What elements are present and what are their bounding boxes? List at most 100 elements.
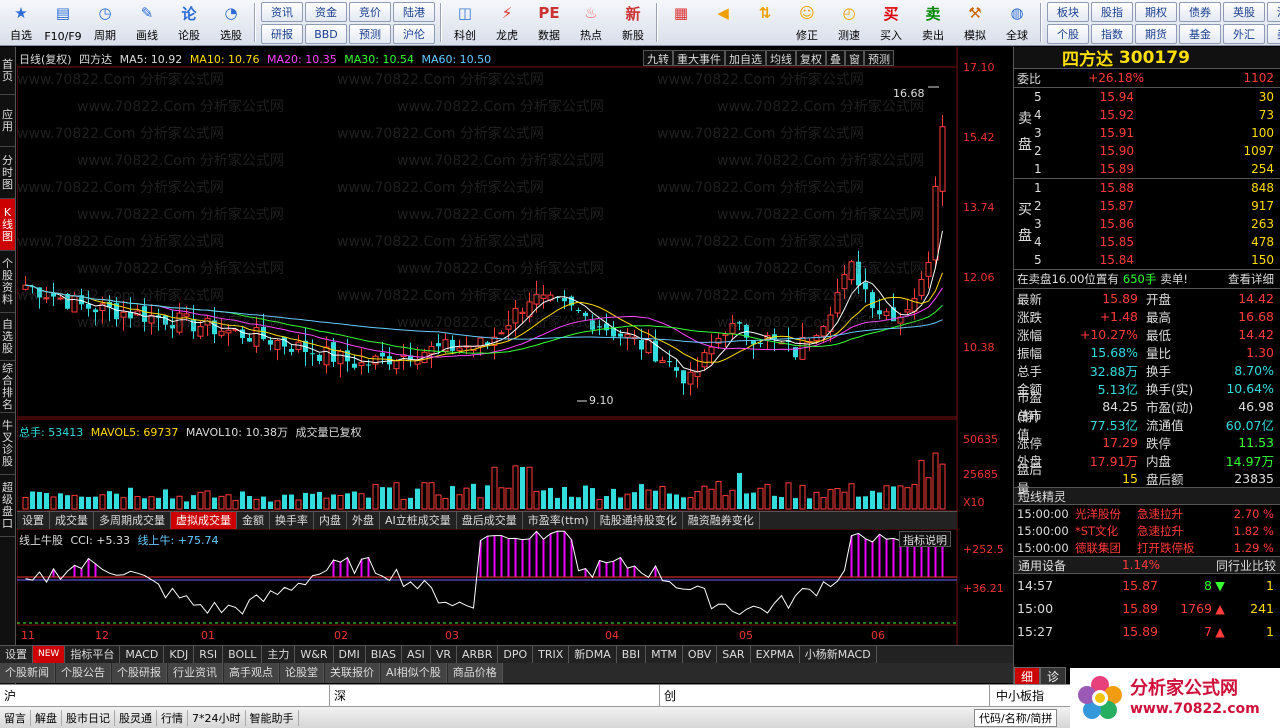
toolbar-market-button[interactable]: 板块 [1047, 2, 1089, 22]
left-tab[interactable]: K线图 [0, 199, 15, 251]
toolbar.buttons1-选股-button[interactable]: ◔ 选股 [210, 0, 252, 45]
jingling-item[interactable]: 15:00:00 光洋股份 急速拉升 2.70 % [1014, 505, 1280, 522]
status-bar-item[interactable]: 留言 [0, 709, 31, 726]
indicator-tab[interactable]: DMI [334, 646, 366, 663]
toolbar.buttons2-热点-button[interactable]: ♨ 热点 [570, 0, 612, 45]
news-tab[interactable]: 论股堂 [280, 663, 324, 683]
chart-tool-button[interactable]: 窗 [845, 50, 864, 66]
left-tab[interactable]: 综合排名 [0, 361, 15, 413]
toolbar.buttons3-卖出-button[interactable]: 卖卖出 [912, 0, 954, 45]
index-small[interactable]: 中小板指 [990, 687, 1044, 704]
news-tab[interactable]: 商品价格 [447, 663, 503, 683]
status-bar-item[interactable]: 解盘 [31, 709, 62, 726]
volume-tab[interactable]: 设置 [17, 512, 50, 529]
toolbar.buttons2-龙虎-button[interactable]: ⚡ 龙虎 [486, 0, 528, 45]
status-bar-item[interactable]: 行情 [157, 709, 188, 726]
indicator-tab[interactable]: VR [431, 646, 457, 663]
toolbar.buttons3-updown-arrows-icon-button[interactable]: ⇅ [744, 0, 786, 45]
toolbar-market-button[interactable]: 英股 [1223, 2, 1265, 22]
indicator-tab[interactable]: ARBR [457, 646, 499, 663]
chart-tool-button[interactable]: 九转 [643, 50, 673, 66]
toolbar-grid-button[interactable]: 资金 [305, 2, 347, 22]
toolbar-market-button[interactable]: 个股 [1047, 24, 1089, 44]
industry-name[interactable]: 通用设备 [1018, 557, 1066, 574]
indicator-tab[interactable]: 小杨新MACD [800, 646, 877, 663]
chart-tool-button[interactable]: 重大事件 [673, 50, 725, 66]
order-book-row[interactable]: 3 15.91 100 [1014, 124, 1280, 142]
volume-tab[interactable]: 金额 [237, 512, 270, 529]
toolbar.buttons3-修正-button[interactable]: ☺ 修正 [786, 0, 828, 45]
indicator-tab[interactable]: BIAS [366, 646, 403, 663]
volume-tab[interactable]: 融资融券变化 [683, 512, 760, 529]
tick-tab[interactable]: 细 [1014, 667, 1041, 685]
order-book-row[interactable]: 3 15.86 263 [1014, 215, 1280, 233]
order-book-row[interactable]: 1 15.88 848 [1014, 179, 1280, 197]
volume-tab[interactable]: 成交量 [50, 512, 94, 529]
volume-tab[interactable]: 换手率 [270, 512, 314, 529]
indicator-tab[interactable]: BBI [617, 646, 647, 663]
news-tab[interactable]: 高手观点 [224, 663, 279, 683]
toolbar.buttons1-画线-button[interactable]: ✎ 画线 [126, 0, 168, 45]
news-tab[interactable]: 关联报价 [325, 663, 380, 683]
left-tab[interactable]: 超级盘口 [0, 475, 15, 537]
toolbar-grid-button[interactable]: BBD [305, 24, 347, 44]
indicator-tab[interactable]: W&R [295, 646, 334, 663]
toolbar-grid-button[interactable]: 竞价 [349, 2, 391, 22]
toolbar-market-button[interactable]: 港股 [1267, 2, 1280, 22]
indicator-tab[interactable]: EXPMA [751, 646, 800, 663]
toolbar.buttons1-论股-button[interactable]: 论论股 [168, 0, 210, 45]
indicator-tab[interactable]: KDJ [164, 646, 195, 663]
toolbar.buttons3-grid-icon-button[interactable]: ▦ [660, 0, 702, 45]
index-cy[interactable]: 创 [660, 684, 990, 707]
toolbar-market-button[interactable]: 基金 [1179, 24, 1221, 44]
indicator-tab[interactable]: 设置 [0, 646, 33, 663]
status-bar-item[interactable]: 7*24小时 [188, 709, 246, 726]
toolbar-market-button[interactable]: 指数 [1091, 24, 1133, 44]
toolbar.buttons1-周期-button[interactable]: ◷ 周期 [84, 0, 126, 45]
view-detail-button[interactable]: 查看详细 [1228, 271, 1280, 287]
toolbar.buttons1-F10-F9-button[interactable]: ▤ F10/F9 [42, 0, 84, 45]
left-tab[interactable]: 牛叉诊股 [0, 413, 15, 475]
indicator-tab[interactable]: NEW [33, 646, 66, 663]
chart-tool-button[interactable]: 加自选 [725, 50, 766, 66]
indicator-tab[interactable]: DPO [498, 646, 534, 663]
chart-tool-button[interactable]: 叠 [826, 50, 845, 66]
toolbar-market-button[interactable]: 期货 [1135, 24, 1177, 44]
news-tab[interactable]: 个股新闻 [0, 663, 55, 683]
toolbar.buttons2-科创-button[interactable]: ◫ 科创 [444, 0, 486, 45]
jingling-item[interactable]: 15:00:00 *ST文化 急速拉升 1.82 % [1014, 522, 1280, 539]
order-book-row[interactable]: 1 15.89 254 [1014, 160, 1280, 178]
left-tab[interactable]: 个股资料 [0, 251, 15, 313]
toolbar-market-button[interactable]: 债券 [1179, 2, 1221, 22]
industry-compare-button[interactable]: 同行业比较 [1216, 557, 1276, 574]
toolbar.buttons3-全球-button[interactable]: ◍ 全球 [996, 0, 1038, 45]
indicator-help-button[interactable]: 指标说明 [899, 531, 951, 547]
volume-tab[interactable]: 多周期成交量 [94, 512, 171, 529]
index-sz[interactable]: 深 [330, 684, 660, 707]
toolbar.buttons3-测速-button[interactable]: ◴ 测速 [828, 0, 870, 45]
code-search-input[interactable]: 代码/名称/简拼 [974, 708, 1058, 727]
toolbar-market-button[interactable]: 股指 [1091, 2, 1133, 22]
news-tab[interactable]: 行业资讯 [168, 663, 223, 683]
indicator-tab[interactable]: BOLL [223, 646, 263, 663]
toolbar-grid-button[interactable]: 资讯 [261, 2, 303, 22]
indicator-tab[interactable]: RSI [194, 646, 224, 663]
volume-tab[interactable]: 外盘 [347, 512, 380, 529]
news-tab[interactable]: AI相似个股 [381, 663, 447, 683]
kline-chart-panel[interactable]: 日线(复权) 四方达 MA5: 10.92 MA10: 10.76 MA20: … [17, 47, 1013, 645]
toolbar.buttons1-自选-button[interactable]: ★ 自选 [0, 0, 42, 45]
tick-tab[interactable]: 诊 [1040, 667, 1067, 685]
order-book-row[interactable]: 2 15.90 1097 [1014, 142, 1280, 160]
chart-tool-button[interactable]: 复权 [796, 50, 826, 66]
indicator-tab[interactable]: 主力 [262, 646, 296, 663]
toolbar.buttons2-新股-button[interactable]: 新新股 [612, 0, 654, 45]
chart-tool-button[interactable]: 预测 [864, 50, 894, 66]
toolbar.buttons3-back-arrow-icon-button[interactable]: ◀ [702, 0, 744, 45]
status-bar-item[interactable]: 智能助手 [246, 709, 299, 726]
kline-mode[interactable]: 日线(复权) [19, 53, 72, 66]
toolbar.buttons3-模拟-button[interactable]: ⚒ 模拟 [954, 0, 996, 45]
volume-tab[interactable]: AI立桩成交量 [380, 512, 457, 529]
indicator-tab[interactable]: TRIX [533, 646, 570, 663]
toolbar.buttons3-买入-button[interactable]: 买买入 [870, 0, 912, 45]
order-book-row[interactable]: 5 15.84 150 [1014, 251, 1280, 269]
